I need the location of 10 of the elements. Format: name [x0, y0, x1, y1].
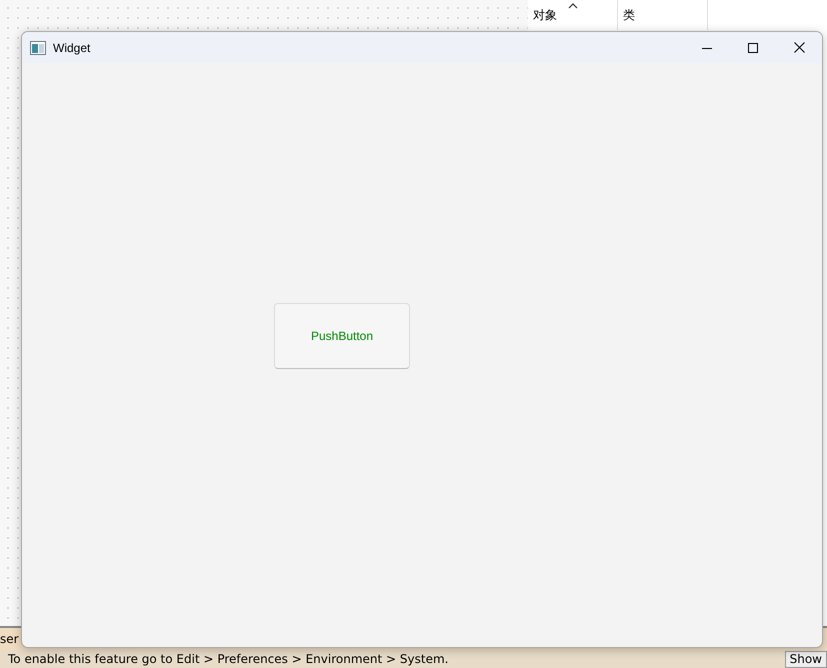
column-header[interactable]: 对象	[533, 6, 557, 24]
column-header[interactable]: 类	[623, 6, 635, 24]
window-title: Widget	[53, 40, 92, 54]
maximize-icon	[748, 42, 758, 52]
show-button[interactable]: Show	[784, 650, 827, 668]
status-message: To enable this feature go to Edit > Preferences > Environment > System.	[8, 652, 448, 666]
tab-label[interactable]: ser	[0, 632, 19, 646]
close-icon	[794, 42, 804, 53]
push-button[interactable]: PushButton	[274, 303, 410, 369]
window-icon	[30, 40, 46, 54]
